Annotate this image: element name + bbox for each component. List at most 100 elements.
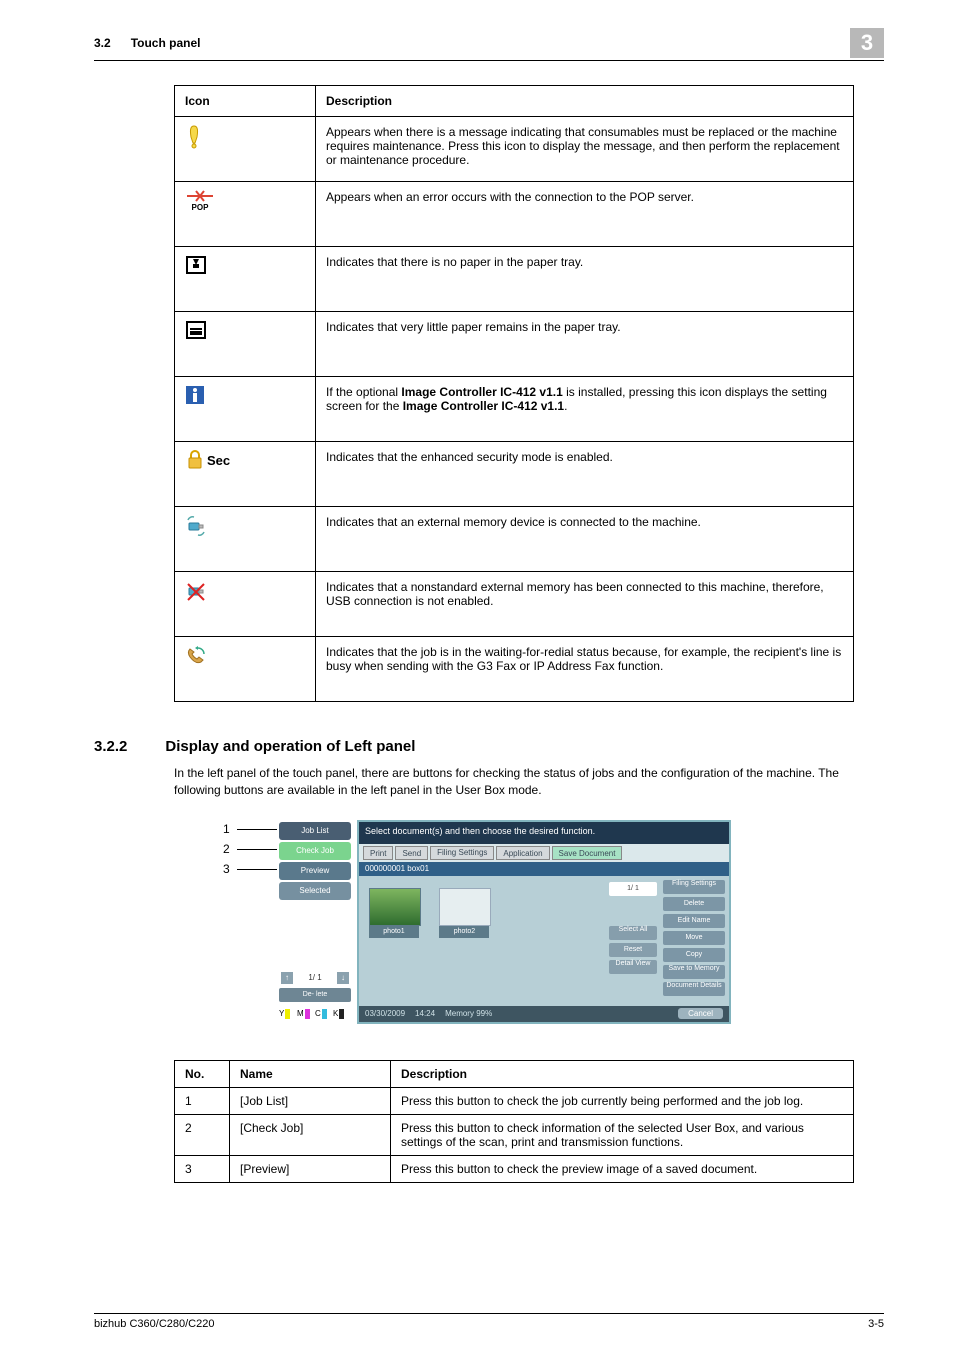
toner-levels: Y M C K xyxy=(279,1008,350,1020)
th-no: No. xyxy=(175,1060,230,1087)
doc-page-indicator: 1/ 1 xyxy=(609,882,657,896)
section-heading: 3.2.2 Display and operation of Left pane… xyxy=(94,738,884,755)
row3-no: 3 xyxy=(175,1155,230,1182)
desc-exclamation: Appears when there is a message indicati… xyxy=(316,117,854,182)
document-thumb-2[interactable]: photo2 xyxy=(439,888,489,938)
header-section-title: Touch panel xyxy=(131,36,201,50)
cell-ext-mem-disabled-icon xyxy=(175,572,316,637)
cell-no-paper-icon xyxy=(175,247,316,312)
shot-main-panel: Select document(s) and then choose the d… xyxy=(357,820,731,1024)
low-paper-icon xyxy=(185,320,207,340)
cell-info-icon xyxy=(175,377,316,442)
info-pre: If the optional xyxy=(326,385,401,399)
btn-edit-name[interactable]: Edit Name xyxy=(663,914,725,928)
external-memory-icon xyxy=(185,515,207,537)
callout-2: 2 xyxy=(223,842,230,856)
footer-page: 3-5 xyxy=(868,1318,884,1330)
cell-redial-icon xyxy=(175,637,316,702)
left-panel-buttons-table: No. Name Description 1 [Job List] Press … xyxy=(174,1060,854,1183)
btn-move[interactable]: Move xyxy=(663,931,725,945)
svg-text:POP: POP xyxy=(192,203,210,212)
cell-exclamation-icon xyxy=(175,117,316,182)
btn-copy[interactable]: Copy xyxy=(663,948,725,962)
desc-low-paper: Indicates that very little paper remains… xyxy=(316,312,854,377)
icon-description-table: Icon Description Appears when there is a… xyxy=(174,85,854,702)
row1-desc: Press this button to check the job curre… xyxy=(391,1087,854,1114)
tab-filing[interactable]: Filing Settings xyxy=(430,846,494,860)
th-icon: Icon xyxy=(175,86,316,117)
sidebar-pager: ↑ 1/ 1 ↓ xyxy=(279,971,351,985)
desc-pop-error: Appears when an error occurs with the co… xyxy=(316,182,854,247)
btn-save-to-memory[interactable]: Save to Memory xyxy=(663,965,725,979)
btn-cancel[interactable]: Cancel xyxy=(678,1008,723,1019)
header-section: 3.2 Touch panel xyxy=(94,36,200,50)
desc-ext-mem-disabled: Indicates that a nonstandard external me… xyxy=(316,572,854,637)
toner-y: Y xyxy=(279,1008,296,1020)
btn-filing-settings[interactable]: Filing Settings xyxy=(663,880,725,894)
row2-no: 2 xyxy=(175,1114,230,1155)
chapter-badge: 3 xyxy=(850,28,884,58)
foot-memory: Memory 99% xyxy=(445,1009,492,1018)
info-post: . xyxy=(564,399,567,413)
footer-model: bizhub C360/C280/C220 xyxy=(94,1318,214,1330)
info-bold2: Image Controller IC-412 v1.1 xyxy=(403,399,564,413)
cell-security-icon: Sec xyxy=(175,442,316,507)
tab-print[interactable]: Print xyxy=(363,846,393,860)
btn-delete[interactable]: Delete xyxy=(663,897,725,911)
shot-footer: 03/30/2009 14:24 Memory 99% Cancel xyxy=(359,1006,729,1022)
callout-3: 3 xyxy=(223,862,230,876)
page-up-icon[interactable]: ↑ xyxy=(281,972,293,984)
header-section-number: 3.2 xyxy=(94,36,111,50)
section-intro: In the left panel of the touch panel, th… xyxy=(174,765,874,800)
thumb2-label: photo2 xyxy=(439,926,489,938)
thumb1-label: photo1 xyxy=(369,926,419,938)
btn-select-all[interactable]: Select All xyxy=(609,926,657,940)
btn-reset[interactable]: Reset xyxy=(609,943,657,957)
page-down-icon[interactable]: ↓ xyxy=(337,972,349,984)
btn-detail-view[interactable]: Detail View xyxy=(609,960,657,974)
page-header: 3.2 Touch panel 3 xyxy=(94,28,884,61)
desc-ext-mem: Indicates that an external memory device… xyxy=(316,507,854,572)
row3-name: [Preview] xyxy=(230,1155,391,1182)
desc-no-paper: Indicates that there is no paper in the … xyxy=(316,247,854,312)
cell-ext-mem-icon xyxy=(175,507,316,572)
preview-button[interactable]: Preview xyxy=(279,862,351,880)
foot-date: 03/30/2009 xyxy=(365,1009,405,1018)
desc-redial: Indicates that the job is in the waiting… xyxy=(316,637,854,702)
tab-save-document[interactable]: Save Document xyxy=(552,846,623,860)
info-bold1: Image Controller IC-412 v1.1 xyxy=(401,385,562,399)
box-breadcrumb: 000000001 box01 xyxy=(359,862,729,876)
info-icon xyxy=(185,385,205,405)
toner-k: K xyxy=(333,1008,350,1020)
shot-mid-actions: 1/ 1 Select All Reset Detail View xyxy=(597,878,661,978)
sidebar-delete-button[interactable]: De- lete xyxy=(279,988,351,1002)
security-label: Sec xyxy=(207,453,230,468)
selected-documents-tab[interactable]: Selected Documents xyxy=(279,882,351,900)
left-panel-screenshot: 1 2 3 Job List Check Job Preview Selecte… xyxy=(279,820,699,1040)
check-job-button[interactable]: Check Job xyxy=(279,842,351,860)
job-list-button[interactable]: Job List xyxy=(279,822,351,840)
redial-wait-icon xyxy=(185,645,207,667)
desc-info: If the optional Image Controller IC-412 … xyxy=(316,377,854,442)
cell-pop-error-icon: POP xyxy=(175,182,316,247)
th-name: Name xyxy=(230,1060,391,1087)
tab-send[interactable]: Send xyxy=(395,846,428,860)
shot-tab-row: Print Send Filing Settings Application S… xyxy=(359,844,729,862)
desc-security: Indicates that the enhanced security mod… xyxy=(316,442,854,507)
cell-low-paper-icon xyxy=(175,312,316,377)
foot-time: 14:24 xyxy=(415,1009,435,1018)
toner-m: M xyxy=(297,1008,314,1020)
btn-document-details[interactable]: Document Details xyxy=(663,982,725,996)
tab-application[interactable]: Application xyxy=(496,846,549,860)
section-title: Display and operation of Left panel xyxy=(165,738,415,755)
row2-desc: Press this button to check information o… xyxy=(391,1114,854,1155)
section-number: 3.2.2 xyxy=(94,738,127,755)
shot-right-actions: Filing Settings Delete Edit Name Move Co… xyxy=(659,876,729,1006)
sidebar-page-indicator: 1/ 1 xyxy=(308,973,321,982)
shot-document-area: photo1 photo2 Filing Settings Delete Edi… xyxy=(359,876,729,1006)
document-thumb-1[interactable]: photo1 xyxy=(369,888,419,938)
row1-name: [Job List] xyxy=(230,1087,391,1114)
exclamation-icon xyxy=(185,125,203,149)
callout-1: 1 xyxy=(223,822,230,836)
page-footer: bizhub C360/C280/C220 3-5 xyxy=(94,1313,884,1330)
